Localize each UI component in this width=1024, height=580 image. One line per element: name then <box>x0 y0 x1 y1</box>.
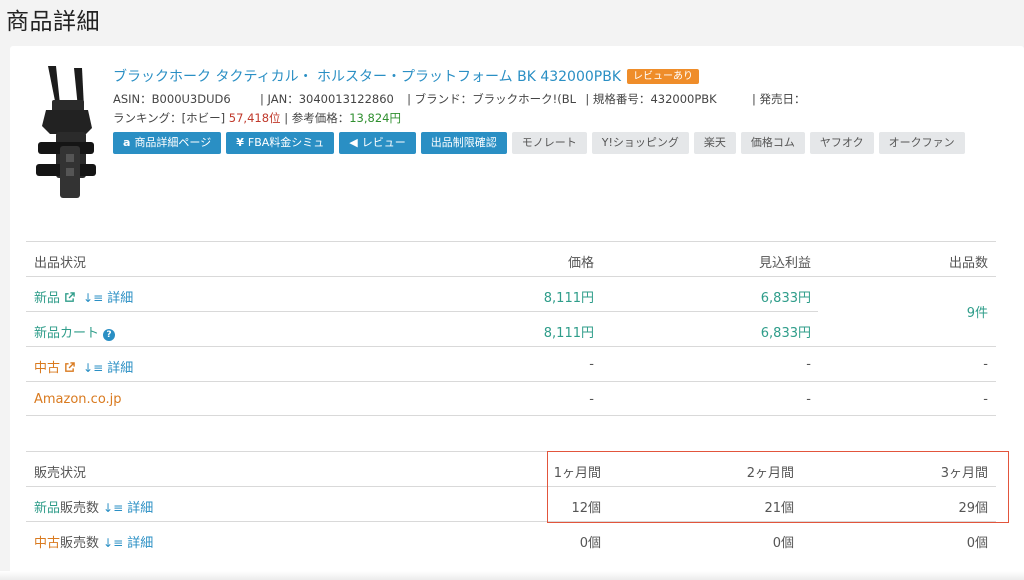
sales-new-1m: 12個 <box>571 501 601 516</box>
listing-row-new: 新品 ↓≡ 詳細 8,111円 6,833円 <box>26 276 996 311</box>
page-title: 商品詳細 <box>6 9 100 35</box>
product-info: ブラックホーク タクティカル・ ホルスター・プラットフォーム BK 432000… <box>113 66 993 154</box>
yahoo-auction-button[interactable]: ヤフオク <box>809 132 874 154</box>
new-link[interactable]: 新品 <box>34 291 60 306</box>
used-link[interactable]: 中古 <box>34 361 60 376</box>
used-profit: - <box>806 357 811 372</box>
review-button-label: レビュー <box>361 136 406 149</box>
kakaku-button[interactable]: 価格コム <box>740 132 805 154</box>
fba-simulator-button-label: FBA料金シミュ <box>247 136 325 149</box>
kakaku-button-label: 価格コム <box>750 136 795 149</box>
amazon-count: - <box>983 392 988 407</box>
monorate-button[interactable]: モノレート <box>511 132 587 154</box>
yahoo-shopping-button[interactable]: Y!ショッピング <box>591 132 689 154</box>
model-label: | 規格番号： <box>585 92 651 106</box>
listing-header-count: 出品数 <box>948 256 988 271</box>
ref-price-label: | 参考価格： <box>284 111 350 125</box>
product-page-button-label: 商品詳細ページ <box>134 136 212 149</box>
sales-new-3m: 29個 <box>958 501 988 516</box>
monorate-button-label: モノレート <box>521 136 577 149</box>
help-icon[interactable]: ? <box>103 329 116 341</box>
ranking-label: ランキング：[ホビー] <box>113 111 226 125</box>
listing-header-row: 出品状況 価格 見込利益 出品数 <box>26 241 996 276</box>
aucfan-button-label: オークファン <box>888 136 955 149</box>
sales-row-new: 新品販売数 ↓≡ 詳細 12個 21個 29個 <box>26 486 996 521</box>
sort-icon: ↓≡ <box>83 361 104 375</box>
new-cart-price: 8,111円 <box>543 326 594 341</box>
fba-simulator-button[interactable]: ¥ FBA料金シミュ <box>226 132 335 154</box>
sort-icon: ↓≡ <box>83 291 104 305</box>
rakuten-button[interactable]: 楽天 <box>693 132 736 154</box>
sales-new-2m: 21個 <box>764 501 794 516</box>
sales-used-3m: 0個 <box>966 536 988 551</box>
sales-row-used: 中古販売数 ↓≡ 詳細 0個 0個 0個 <box>26 521 996 556</box>
amazon-icon: a <box>123 136 131 149</box>
product-page-button[interactable]: a 商品詳細ページ <box>113 132 222 154</box>
amazon-price: - <box>589 392 594 407</box>
external-link-icon[interactable] <box>64 292 75 303</box>
product-meta: ASIN：B000U3DUD6 | JAN：3040013122860 | ブラ… <box>113 91 993 107</box>
review-button[interactable]: ◀ レビュー <box>339 132 416 154</box>
asin-label: ASIN： <box>113 92 152 106</box>
new-cart-label: 新品カート <box>34 326 100 341</box>
bottom-shade <box>0 571 1024 580</box>
new-detail-link[interactable]: 詳細 <box>107 291 133 306</box>
product-image <box>36 66 96 198</box>
used-count: - <box>983 357 988 372</box>
sales-new-label: 販売数 <box>60 501 100 516</box>
sort-icon: ↓≡ <box>103 536 124 550</box>
sales-header-2m: 2ヶ月間 <box>746 466 794 481</box>
used-price: - <box>589 357 594 372</box>
listing-header-price: 価格 <box>567 256 594 271</box>
model-value: 432000PBK <box>650 92 717 106</box>
sort-icon: ↓≡ <box>103 501 124 515</box>
restriction-check-button[interactable]: 出品制限確認 <box>420 132 507 154</box>
listing-row-amazon: Amazon.co.jp - - - <box>26 381 996 416</box>
sales-header-3m: 3ヶ月間 <box>940 466 988 481</box>
listing-header-profit: 見込利益 <box>758 256 811 271</box>
review-badge: レビューあり <box>627 68 699 84</box>
product-ranking: ランキング：[ホビー] 57,418位 | 参考価格：13,824円 <box>113 110 993 126</box>
jan-label: | JAN： <box>260 92 299 106</box>
megaphone-icon: ◀ <box>349 136 358 149</box>
product-card: ブラックホーク タクティカル・ ホルスター・プラットフォーム BK 432000… <box>10 46 1024 580</box>
new-count: 9件 <box>966 306 988 321</box>
sales-header-status: 販売状況 <box>34 466 87 481</box>
brand-value: ブラックホーク!(BL <box>472 92 577 106</box>
used-detail-link[interactable]: 詳細 <box>107 361 133 376</box>
action-buttons: a 商品詳細ページ ¥ FBA料金シミュ ◀ レビュー 出品制限確認 モノレート Y!… <box>113 132 993 154</box>
sales-used-1m: 0個 <box>579 536 601 551</box>
sales-used-label: 販売数 <box>60 536 100 551</box>
product-title-link[interactable]: ブラックホーク タクティカル・ ホルスター・プラットフォーム BK 432000… <box>113 66 621 86</box>
new-cart-profit: 6,833円 <box>760 326 811 341</box>
yahoo-auction-button-label: ヤフオク <box>819 136 864 149</box>
yen-icon: ¥ <box>236 136 244 149</box>
new-profit: 6,833円 <box>760 291 811 306</box>
release-label: | 発売日： <box>752 92 806 106</box>
listing-header-status: 出品状況 <box>34 256 87 271</box>
sales-header-row: 販売状況 1ヶ月間 2ヶ月間 3ヶ月間 <box>26 451 996 486</box>
sales-header-1m: 1ヶ月間 <box>553 466 601 481</box>
ref-price-value: 13,824円 <box>349 111 401 125</box>
yahoo-shopping-button-label: Y!ショッピング <box>601 136 679 149</box>
brand-label: | ブランド： <box>407 92 473 106</box>
aucfan-button[interactable]: オークファン <box>878 132 965 154</box>
sales-new-prefix: 新品 <box>34 501 61 516</box>
asin-value: B000U3DUD6 <box>151 92 231 106</box>
sales-used-detail-link[interactable]: 詳細 <box>127 536 153 551</box>
sales-used-2m: 0個 <box>772 536 794 551</box>
rakuten-button-label: 楽天 <box>703 136 726 149</box>
jan-value: 3040013122860 <box>298 92 394 106</box>
amazon-profit: - <box>806 392 811 407</box>
amazon-label: Amazon.co.jp <box>34 392 122 407</box>
sales-used-prefix: 中古 <box>34 536 61 551</box>
external-link-icon[interactable] <box>64 362 75 373</box>
restriction-check-button-label: 出品制限確認 <box>430 136 497 149</box>
listing-row-new-cart: 新品カート? 8,111円 6,833円 <box>26 311 818 346</box>
listing-row-used: 中古 ↓≡ 詳細 - - - <box>26 346 996 381</box>
sales-new-detail-link[interactable]: 詳細 <box>127 501 153 516</box>
ranking-value: 57,418位 <box>228 111 281 125</box>
new-price: 8,111円 <box>543 291 594 306</box>
